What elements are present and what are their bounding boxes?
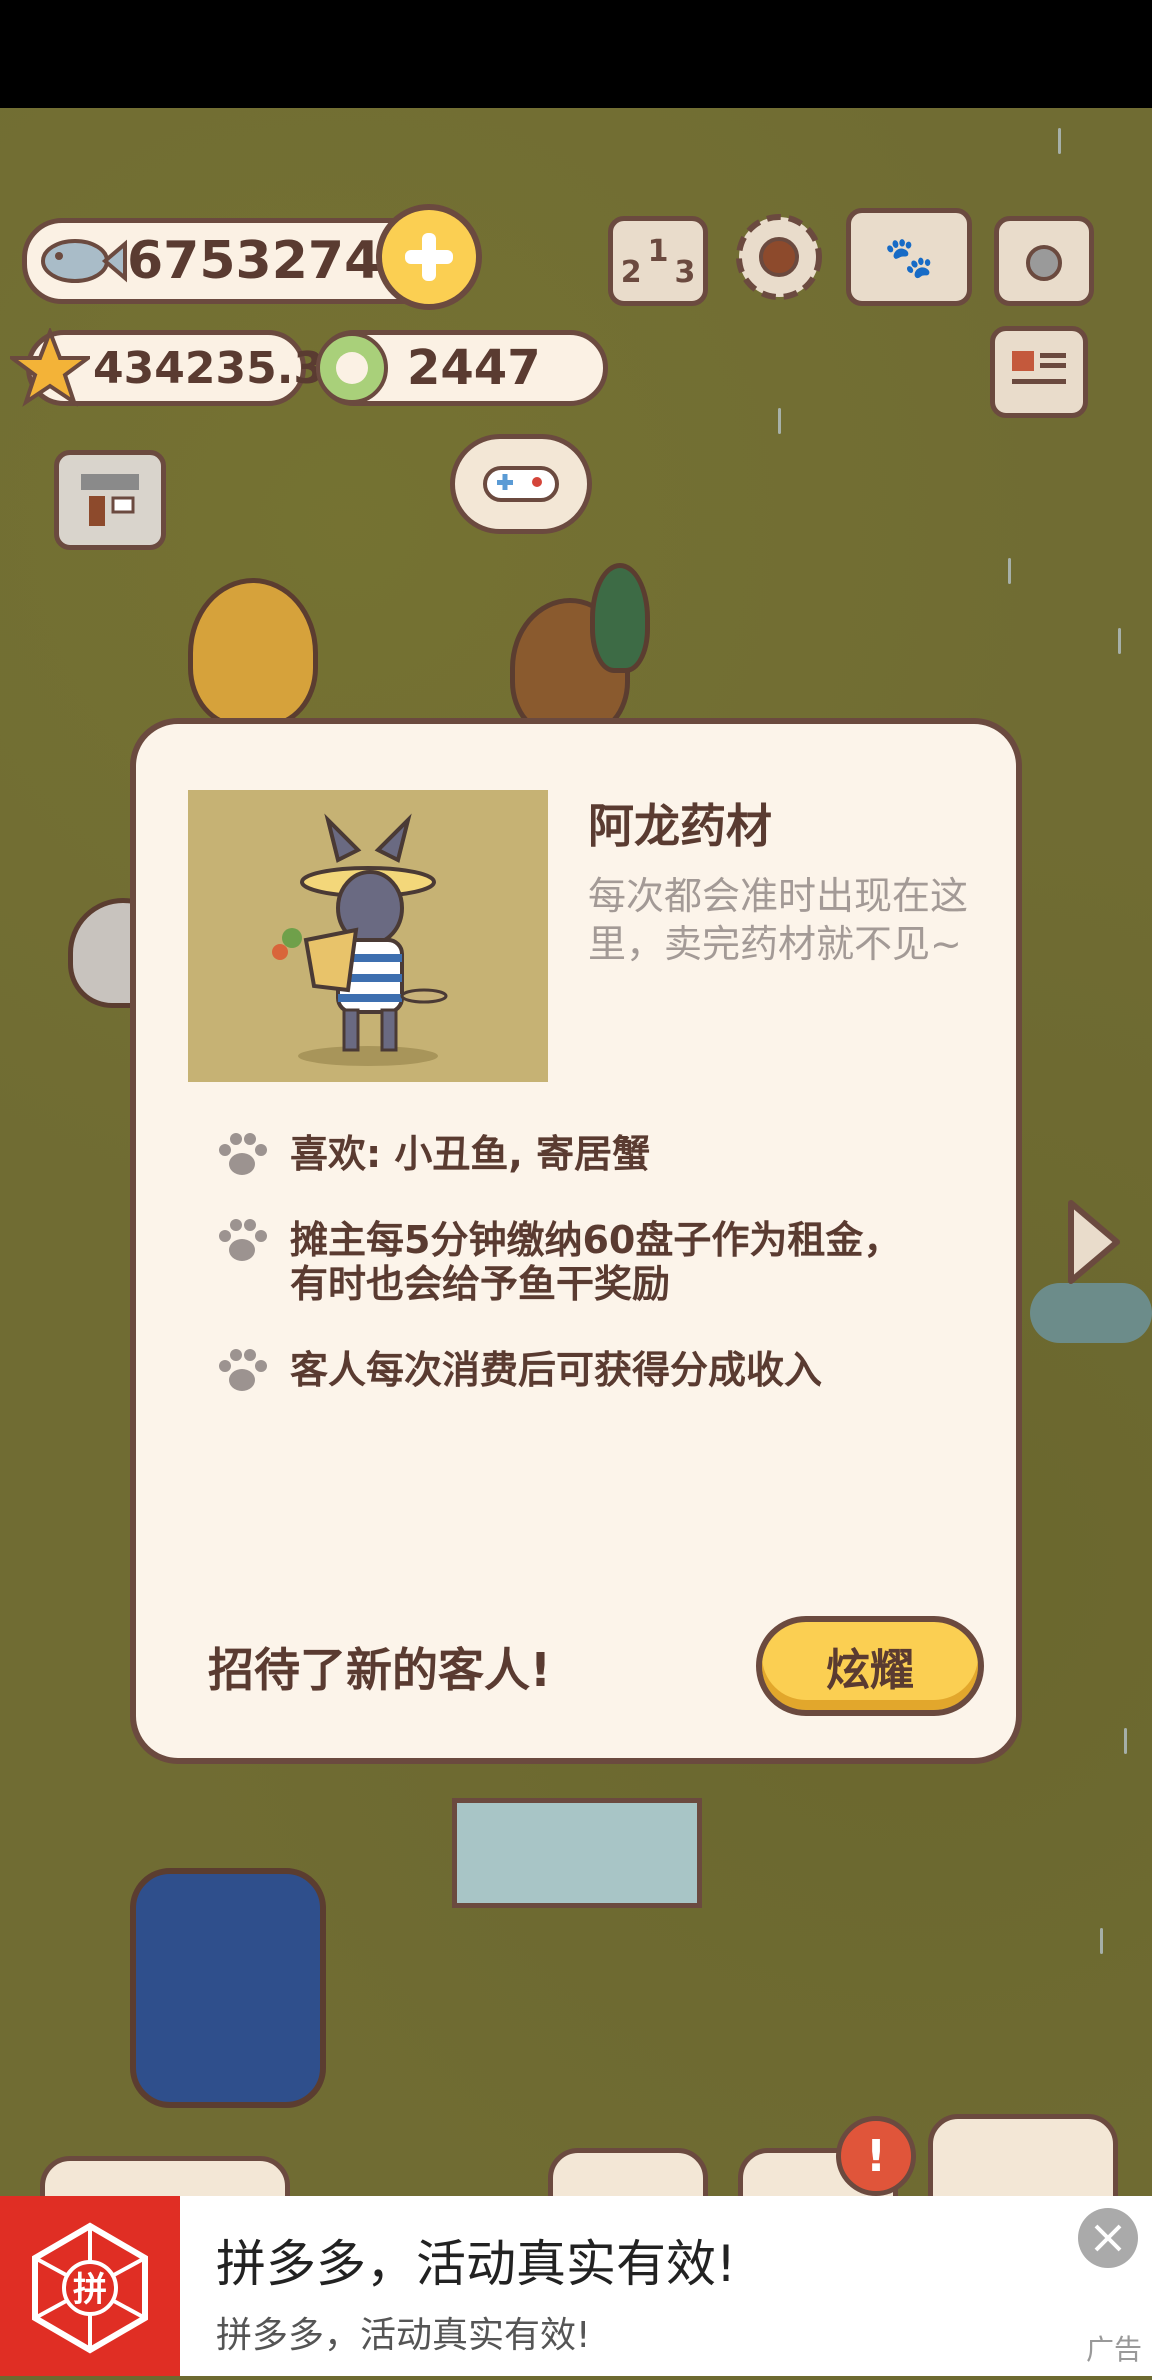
ad-label: 广告 bbox=[1086, 2333, 1143, 2366]
picnic-mat bbox=[452, 1798, 702, 1908]
guest-description: 每次都会准时出现在这里，卖完药材就不见~ bbox=[588, 874, 969, 966]
newspaper-button[interactable] bbox=[990, 326, 1088, 418]
fish-count: 67532740 bbox=[127, 231, 417, 291]
paw-icon bbox=[219, 1133, 267, 1175]
bottom-toolbar-item[interactable] bbox=[928, 2114, 1118, 2204]
shop-icon bbox=[81, 474, 139, 526]
ad-close-button[interactable] bbox=[1078, 2208, 1138, 2268]
minigame-button[interactable] bbox=[450, 434, 592, 534]
paw-icon bbox=[219, 1219, 267, 1261]
coin-icon bbox=[316, 332, 388, 404]
shop-button[interactable] bbox=[54, 450, 166, 550]
star-count: 434235.3 bbox=[93, 342, 325, 394]
new-guest-dialog: 阿龙药材 每次都会准时出现在这里，卖完药材就不见~ 喜欢: 小丑鱼, 寄居蟹 摊… bbox=[130, 718, 1022, 1764]
coin-count: 2447 bbox=[407, 340, 541, 396]
close-icon bbox=[1094, 2224, 1122, 2252]
newspaper-icon bbox=[1012, 351, 1066, 384]
next-page-button[interactable] bbox=[1058, 1194, 1128, 1290]
leaderboard-digit-2: 2 bbox=[620, 254, 642, 290]
guest-likes: 喜欢: 小丑鱼, 寄居蟹 bbox=[290, 1132, 651, 1176]
guest-character-image bbox=[272, 813, 448, 1066]
plus-icon bbox=[405, 233, 453, 281]
star-icon bbox=[10, 328, 90, 407]
guest-portrait bbox=[188, 790, 548, 1082]
gamepad-icon bbox=[483, 466, 559, 502]
duck-character bbox=[590, 563, 650, 673]
guest-income-info: 客人每次消费后可获得分成收入 bbox=[290, 1348, 823, 1392]
paw-icon bbox=[219, 1349, 267, 1391]
fish-icon bbox=[41, 239, 127, 283]
paw-book-icon: 🐾 bbox=[884, 234, 934, 281]
list-item: 摊主每5分钟缴纳60盘子作为租金， 有时也会给予鱼干奖励 bbox=[216, 1218, 950, 1306]
add-fish-button[interactable] bbox=[376, 204, 482, 310]
status-bar bbox=[0, 0, 1152, 108]
guest-name: 阿龙药材 bbox=[588, 799, 772, 853]
guest-rent-info: 摊主每5分钟缴纳60盘子作为租金， 有时也会给予鱼干奖励 bbox=[290, 1218, 902, 1306]
chevron-right-icon bbox=[1068, 1200, 1120, 1284]
leaderboard-digit-1: 1 bbox=[647, 233, 669, 269]
alert-icon: ! bbox=[836, 2116, 916, 2196]
stream bbox=[1030, 1283, 1152, 1343]
list-item: 客人每次消费后可获得分成收入 bbox=[216, 1348, 950, 1394]
ad-banner[interactable]: 拼 拼多多，活动真实有效! 拼多多，活动真实有效! 广告 bbox=[0, 2196, 1152, 2376]
giraffe-character bbox=[188, 578, 318, 728]
camera-button[interactable] bbox=[994, 216, 1094, 306]
ad-title: 拼多多，活动真实有效! bbox=[216, 2235, 737, 2293]
blue-white-vase bbox=[130, 1868, 326, 2108]
new-guest-message: 招待了新的客人! bbox=[208, 1643, 551, 1697]
settings-button[interactable] bbox=[728, 206, 830, 308]
ad-subtitle: 拼多多，活动真实有效! bbox=[216, 2315, 591, 2356]
leaderboard-digit-3: 3 bbox=[674, 254, 696, 290]
leaderboard-button[interactable]: 2 1 3 bbox=[608, 216, 708, 306]
collection-book-button[interactable]: 🐾 bbox=[846, 208, 972, 306]
pinduoduo-logo: 拼 bbox=[0, 2196, 180, 2376]
gear-icon bbox=[736, 214, 822, 300]
show-off-button[interactable]: 炫耀 bbox=[756, 1616, 984, 1716]
camera-icon bbox=[1026, 245, 1062, 281]
pinduoduo-logo-text: 拼 bbox=[73, 2270, 107, 2310]
list-item: 喜欢: 小丑鱼, 寄居蟹 bbox=[216, 1132, 950, 1178]
